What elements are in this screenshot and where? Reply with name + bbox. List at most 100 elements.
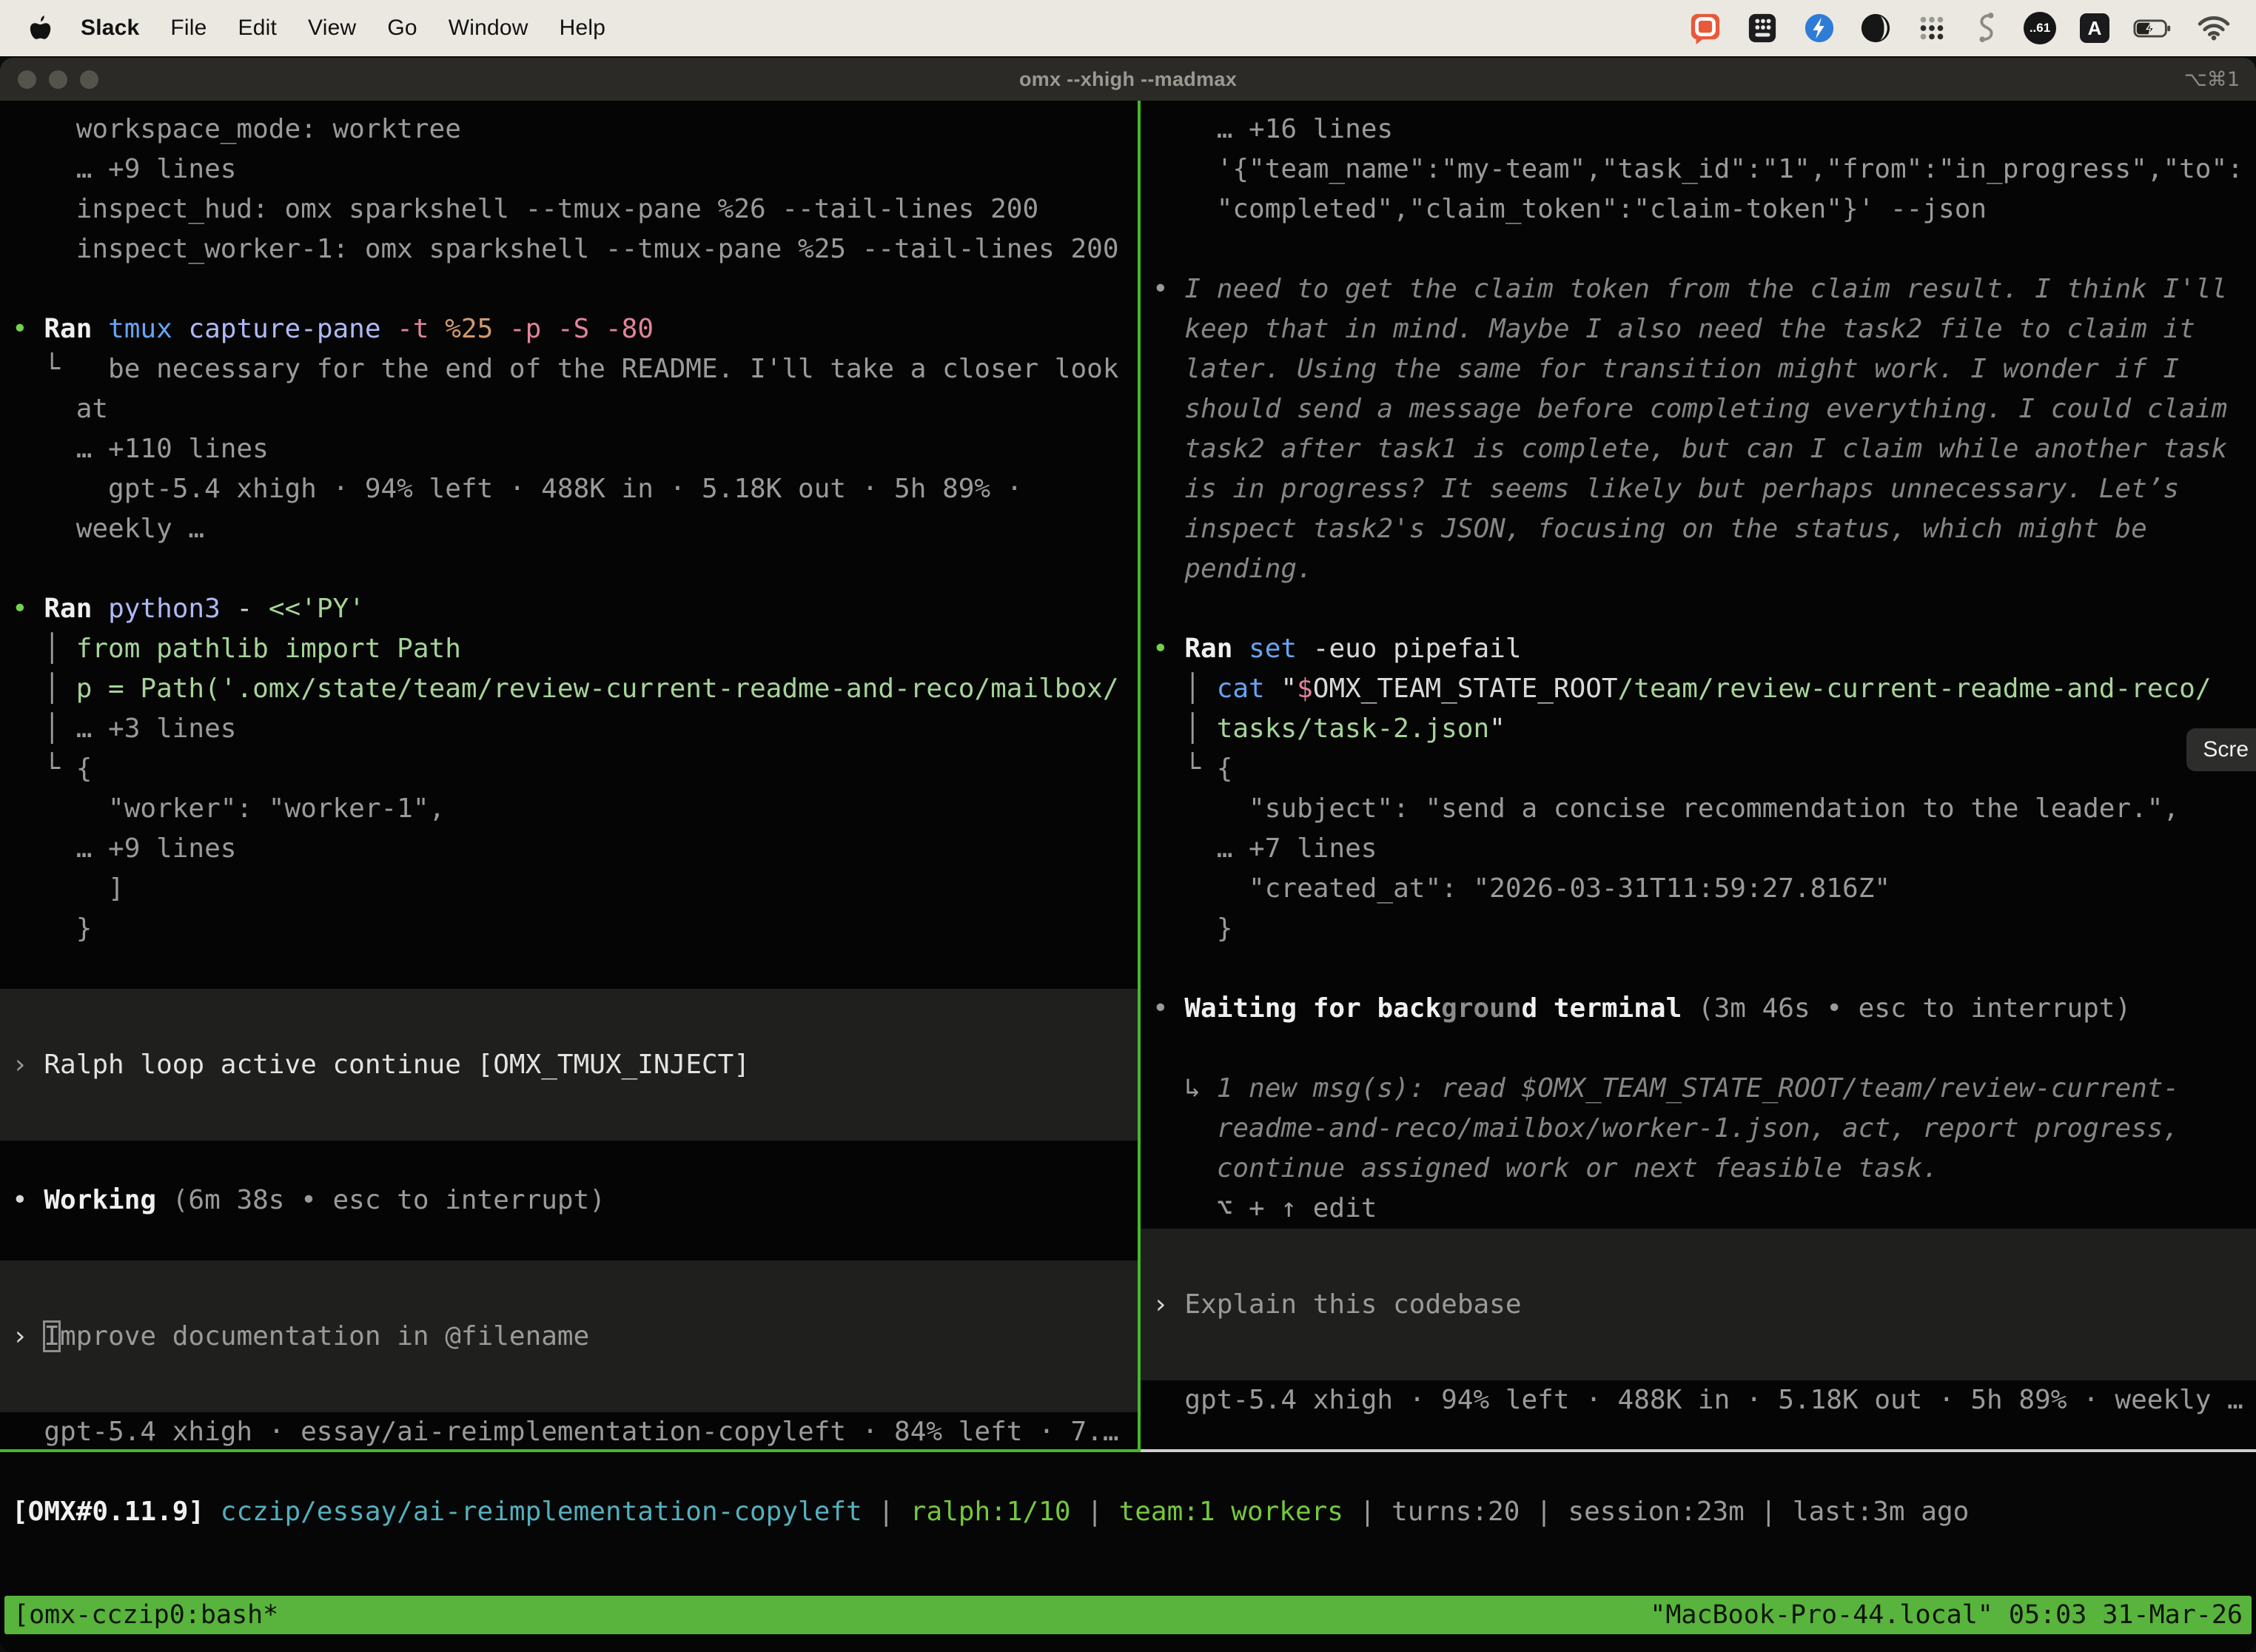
terminal-text-segment: |	[1520, 1497, 1568, 1527]
minimize-button[interactable]	[49, 70, 67, 89]
terminal-line: workspace_mode: worktree	[0, 110, 1138, 150]
terminal-text-segment: [OMX#0.11.9]	[12, 1497, 204, 1527]
prompt-input[interactable]: › Improve documentation in @filename	[0, 1317, 1138, 1357]
terminal-line	[1141, 1029, 2256, 1069]
terminal-text-segment: gpt-5.4 xhigh · 94% left · 488K in · 5.1…	[12, 474, 1022, 504]
terminal-line: inspect_worker-1: omx sparkshell --tmux-…	[0, 229, 1138, 269]
terminal-line: is in progress? It seems likely but perh…	[1141, 469, 2256, 509]
zoom-button[interactable]	[80, 70, 98, 89]
menu-go[interactable]: Go	[387, 16, 417, 41]
terminal-line	[0, 1260, 1138, 1317]
terminal-text-segment: <<'PY'	[269, 594, 365, 624]
terminal-text-segment: (6m 38s • esc to interrupt)	[156, 1185, 605, 1215]
terminal-text-segment: }	[12, 913, 92, 944]
terminal-pane-left[interactable]: workspace_mode: worktree … +9 lines insp…	[0, 101, 1141, 1452]
terminal-text-segment: … +7 lines	[1152, 833, 1377, 864]
terminal-text-segment: ⌥ + ↑ edit	[1152, 1193, 1377, 1223]
terminal-text-segment: weekly …	[12, 514, 204, 544]
terminal-text-segment: task2 after task1 is complete, but can I…	[1152, 434, 2227, 464]
screen-share-button[interactable]: Scre	[2186, 728, 2256, 771]
menu-help[interactable]: Help	[560, 16, 606, 41]
terminal-text-segment: python3	[92, 594, 220, 624]
pane-status-line: gpt-5.4 xhigh · essay/ai-reimplementatio…	[0, 1412, 1138, 1452]
terminal-text-segment: team:1 workers	[1119, 1497, 1343, 1527]
terminal-line	[1141, 1229, 2256, 1285]
terminal-text-segment: │	[1152, 713, 1217, 744]
terminal-text-segment: •	[1152, 993, 1184, 1024]
terminal-text-segment: $	[1297, 674, 1313, 704]
terminal-text-segment: "	[1489, 713, 1505, 744]
pie-menu-icon[interactable]	[1859, 12, 1892, 44]
terminal-text-segment: tmux	[92, 314, 172, 344]
tmux-host-clock: "MacBook-Pro-44.local" 05:03 31-Mar-26	[1650, 1600, 2243, 1630]
terminal-text-segment: └ be necessary for the end of the README…	[12, 354, 1119, 384]
menu-file[interactable]: File	[170, 16, 207, 41]
terminal-line: inspect_hud: omx sparkshell --tmux-pane …	[0, 189, 1138, 229]
terminal-text-segment: Ran	[44, 594, 92, 624]
window-titlebar[interactable]: omx --xhigh --madmax ⌥⌘1	[0, 58, 2256, 101]
terminal-text-segment: •	[12, 1185, 44, 1215]
squiggle-status-icon[interactable]	[1972, 11, 2000, 45]
terminal-text-segment: Ran	[1184, 634, 1232, 664]
usage-badge-icon[interactable]: ..61	[2024, 12, 2056, 44]
menu-edit[interactable]: Edit	[238, 16, 278, 41]
terminal-line: "subject": "send a concise recommendatio…	[1141, 789, 2256, 829]
terminal-text-segment: •	[1152, 634, 1184, 664]
terminal-line	[0, 269, 1138, 309]
apple-menu-icon[interactable]	[30, 15, 52, 41]
menu-app-name[interactable]: Slack	[81, 16, 139, 41]
terminal-line: keep that in mind. Maybe I also need the…	[1141, 309, 2256, 349]
terminal-line: … +16 lines	[1141, 110, 2256, 150]
terminal-line: gpt-5.4 xhigh · 94% left · 488K in · 5.1…	[0, 469, 1138, 509]
terminal-text-segment: inspect_worker-1: omx sparkshell --tmux-…	[12, 234, 1119, 264]
menu-view[interactable]: View	[308, 16, 356, 41]
terminal-text-segment: (3m 46s • esc to interrupt)	[1682, 993, 2131, 1024]
terminal-text-segment: Waiting for back	[1184, 993, 1441, 1024]
screen-recording-icon[interactable]	[1689, 12, 1722, 44]
terminal-text-segment: should send a message before completing …	[1152, 394, 2227, 424]
terminal-line: … +110 lines	[0, 429, 1138, 469]
terminal-text-segment: |	[862, 1497, 910, 1527]
menu-bar-status-icons: ..61 A	[1689, 11, 2256, 45]
terminal-text-segment: '{"team_name":"my-team","task_id":"1","f…	[1152, 154, 2243, 184]
terminal-text-segment: set	[1232, 634, 1297, 664]
input-source-icon[interactable]: A	[2080, 13, 2109, 43]
terminal-line: should send a message before completing …	[1141, 389, 2256, 429]
keyboard-icon[interactable]	[1745, 13, 1779, 44]
terminal-text-segment: ›	[12, 1050, 44, 1080]
terminal-line: }	[0, 909, 1138, 949]
terminal-text-segment: │	[12, 713, 76, 744]
window-shortcut-hint: ⌥⌘1	[2184, 68, 2240, 91]
menu-window[interactable]: Window	[449, 16, 528, 41]
terminal-text-segment: 1 new msg(s): read $OMX_TEAM_STATE_ROOT/…	[1217, 1073, 2179, 1104]
terminal-text-segment: mprove documentation in @filename	[60, 1321, 589, 1352]
terminal-text-segment: … +3 lines	[76, 713, 237, 744]
terminal-pane-right[interactable]: … +16 lines '{"team_name":"my-team","tas…	[1141, 101, 2256, 1452]
terminal-text-segment: … +9 lines	[12, 833, 236, 864]
battery-icon[interactable]	[2133, 19, 2173, 38]
terminal-text-segment: "	[1265, 674, 1297, 704]
terminal-line: later. Using the same for transition mig…	[1141, 349, 2256, 389]
terminal-text-segment: |	[1071, 1497, 1119, 1527]
app-grid-icon[interactable]	[1916, 12, 1948, 44]
terminal-text-segment: "subject": "send a concise recommendatio…	[1152, 793, 2179, 824]
terminal-line: readme-and-reco/mailbox/worker-1.json, a…	[1141, 1109, 2256, 1149]
tmux-session-label: [omx-cczip0:bash*	[13, 1600, 278, 1630]
lightning-badge-icon[interactable]	[1803, 12, 1836, 44]
prompt-input[interactable]: › Explain this codebase	[1141, 1285, 2256, 1325]
terminal-line: continue assigned work or next feasible …	[1141, 1149, 2256, 1189]
terminal-line: ⌥ + ↑ edit	[1141, 1189, 2256, 1229]
terminal-text-segment: inspect task2's JSON, focusing on the st…	[1152, 514, 2147, 544]
wifi-icon[interactable]	[2197, 16, 2231, 41]
terminal-text-segment: later. Using the same for transition mig…	[1152, 354, 2179, 384]
terminal-line: └ be necessary for the end of the README…	[0, 349, 1138, 389]
terminal-text-segment: readme-and-reco/mailbox/worker-1.json, a…	[1152, 1113, 2179, 1144]
terminal-text-segment: from pathlib import Path	[76, 634, 461, 664]
terminal-line: }	[1141, 909, 2256, 949]
working-status: • Working (6m 38s • esc to interrupt)	[0, 1181, 1138, 1220]
terminal-text-segment: │	[1152, 674, 1217, 704]
terminal-text-segment: •	[12, 314, 44, 344]
close-button[interactable]	[18, 70, 36, 89]
terminal-text-segment: ›	[1152, 1289, 1184, 1320]
terminal-line: │ from pathlib import Path	[0, 629, 1138, 669]
